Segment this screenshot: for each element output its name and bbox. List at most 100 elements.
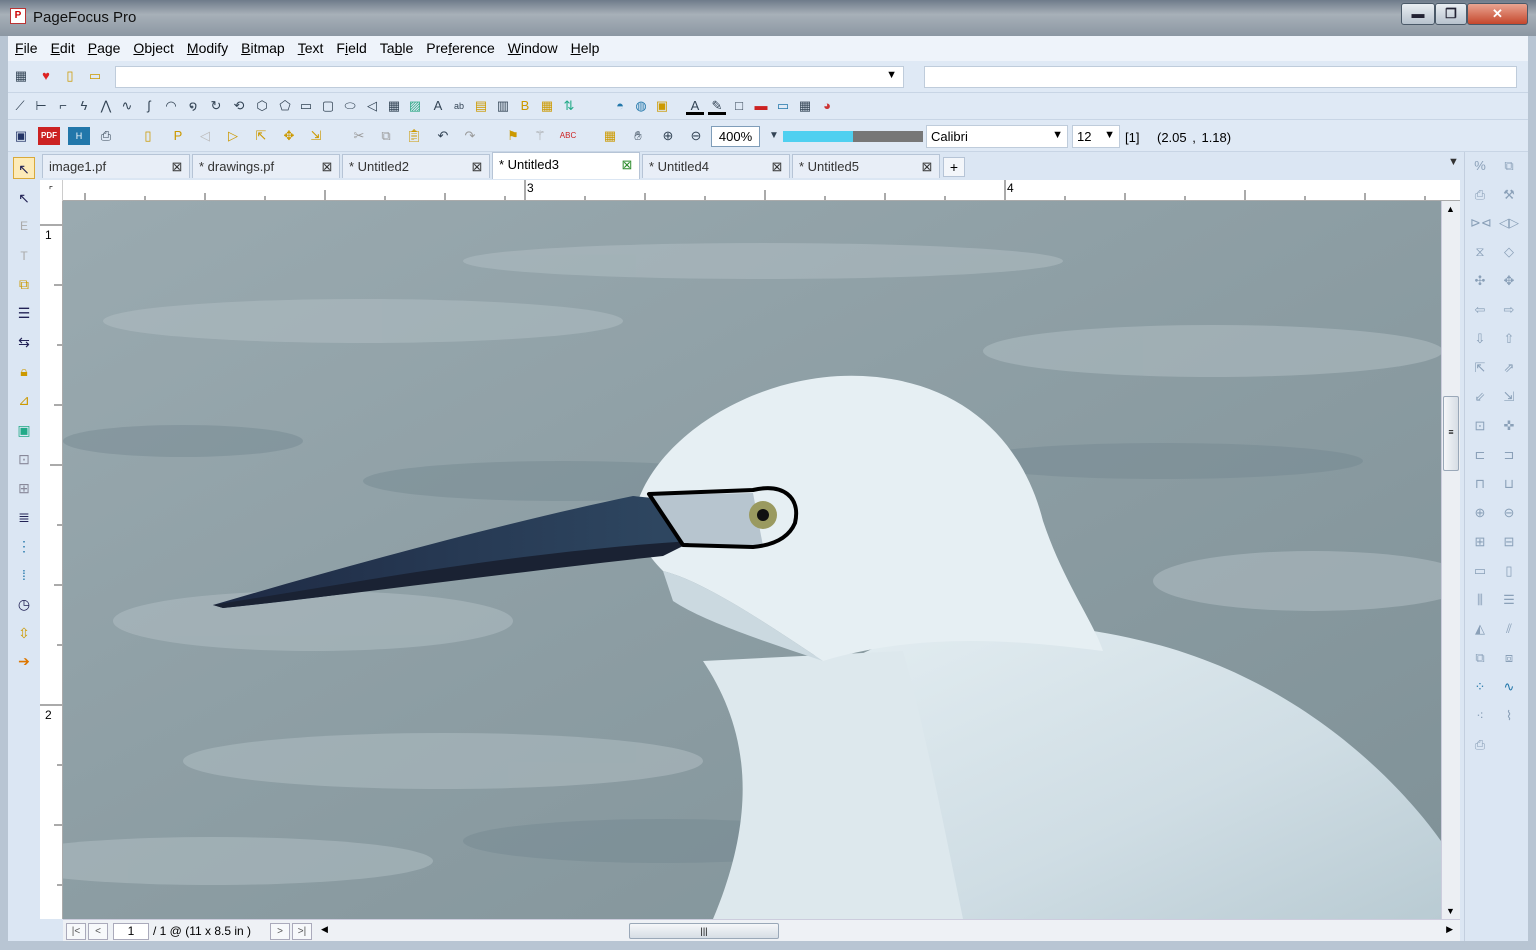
- arrow-up-icon[interactable]: ⇧: [1499, 329, 1519, 349]
- favorite-heart-icon[interactable]: ♥: [37, 67, 55, 85]
- egret-photo[interactable]: [63, 201, 1441, 919]
- arrow-right-icon[interactable]: ➔: [13, 650, 35, 672]
- select-arrow-icon[interactable]: ↖: [13, 157, 35, 179]
- clock-icon[interactable]: ◷: [13, 593, 35, 615]
- dotted-grid-icon[interactable]: ⁞: [13, 564, 35, 586]
- vertical-scrollbar[interactable]: ▲ ≡ ▼: [1441, 201, 1460, 919]
- next-page-button[interactable]: >: [270, 923, 290, 940]
- arc-tool-icon[interactable]: ◠: [162, 97, 180, 115]
- triangle-flip-icon[interactable]: ◭: [1470, 619, 1490, 639]
- new-document-icon[interactable]: ▯: [61, 67, 79, 85]
- textbox-tool-icon[interactable]: ab: [450, 97, 468, 115]
- pattern-icon[interactable]: ◍: [632, 97, 650, 115]
- menu-bitmap[interactable]: Bitmap: [234, 36, 291, 56]
- node-select-icon[interactable]: ↖: [13, 187, 35, 209]
- image-frame-icon[interactable]: ▣: [13, 419, 35, 441]
- vertical-scroll-thumb[interactable]: ≡: [1443, 396, 1459, 471]
- maximize-button[interactable]: ❐: [1435, 3, 1467, 25]
- last-page-button[interactable]: >|: [292, 923, 312, 940]
- hv-line-tool-icon[interactable]: ⊢: [32, 97, 50, 115]
- prev-page-button[interactable]: <: [88, 923, 108, 940]
- first-page-button[interactable]: |<: [66, 923, 86, 940]
- page-number-input[interactable]: 1: [113, 923, 149, 940]
- swap-icon[interactable]: ⇆: [13, 331, 35, 353]
- tab-close-icon[interactable]: ⊠: [470, 160, 484, 174]
- flip-vertical-icon[interactable]: ⧖: [1470, 242, 1490, 262]
- shrink-icon[interactable]: ✣: [1470, 271, 1490, 291]
- previous-page-icon[interactable]: ◁: [196, 127, 214, 145]
- menu-field[interactable]: Field: [329, 36, 372, 56]
- chevron-down-icon[interactable]: ▼: [886, 69, 897, 81]
- open-folder-icon[interactable]: ▭: [86, 67, 104, 85]
- pie-chart-icon[interactable]: ◕: [818, 97, 836, 115]
- arrow-sw-icon[interactable]: ⇙: [1470, 387, 1490, 407]
- font-size-select[interactable]: 12 ▼: [1072, 125, 1120, 148]
- page-properties-icon[interactable]: ▯: [139, 127, 157, 145]
- node-circle-icon[interactable]: ⁖: [1470, 706, 1490, 726]
- print-icon[interactable]: ⎙: [97, 127, 115, 145]
- percent-icon[interactable]: %: [1470, 156, 1490, 176]
- arrow-down-icon[interactable]: ⇩: [1470, 329, 1490, 349]
- line-tool-icon[interactable]: ⟋: [11, 97, 29, 115]
- button-tool-icon[interactable]: B: [516, 97, 534, 115]
- chevron-down-icon[interactable]: ▼: [1104, 129, 1115, 141]
- align-bottom-icon[interactable]: ⊔: [1499, 474, 1519, 494]
- document-tab[interactable]: * Untitled2 ⊠: [342, 154, 490, 178]
- arrow-nw-icon[interactable]: ⇱: [1470, 358, 1490, 378]
- send-back-icon[interactable]: ⧈: [1499, 648, 1519, 668]
- elbow-line-tool-icon[interactable]: ⌐: [54, 97, 72, 115]
- edit-text-icon[interactable]: E: [13, 215, 35, 237]
- snap-grid-icon[interactable]: ⋮: [13, 535, 35, 557]
- font-family-select[interactable]: Calibri ▼: [926, 125, 1068, 148]
- arrow-right-outline-icon[interactable]: ⇨: [1499, 300, 1519, 320]
- menu-text[interactable]: Text: [291, 36, 330, 56]
- move-up-left-icon[interactable]: ⇱: [252, 127, 270, 145]
- transform-icon[interactable]: ⊡: [1470, 416, 1490, 436]
- table2-tool-icon[interactable]: ▦: [538, 97, 556, 115]
- text-mode-icon[interactable]: T: [13, 245, 35, 267]
- pan-tool-icon[interactable]: ✋︎: [629, 127, 647, 145]
- wand-icon[interactable]: ⚚: [531, 127, 549, 145]
- align-top-icon[interactable]: ⊓: [1470, 474, 1490, 494]
- bring-front-icon[interactable]: ⧉: [1470, 648, 1490, 668]
- distribute-h-icon[interactable]: ⫼: [1470, 590, 1490, 610]
- arrow-ne-icon[interactable]: ⇗: [1499, 358, 1519, 378]
- minimize-button[interactable]: ▬: [1401, 3, 1435, 25]
- field-tool-icon[interactable]: ▤: [472, 97, 490, 115]
- rounded-rect-tool-icon[interactable]: ▢: [319, 97, 337, 115]
- move-icon[interactable]: ✜: [1499, 416, 1519, 436]
- gradient-icon[interactable]: ▣: [653, 97, 671, 115]
- arrow-se-icon[interactable]: ⇲: [1499, 387, 1519, 407]
- blob-tool-icon[interactable]: ⬡: [253, 97, 271, 115]
- menu-window[interactable]: Window: [501, 36, 564, 56]
- new-tab-icon[interactable]: +: [943, 157, 965, 177]
- menu-table[interactable]: Table: [373, 36, 420, 56]
- tab-close-icon[interactable]: ⊠: [770, 160, 784, 174]
- mirror-icon[interactable]: ◁▷: [1499, 213, 1519, 233]
- space-horizontal-icon[interactable]: ⊞: [1470, 532, 1490, 552]
- vertical-ruler[interactable]: 1 2: [40, 201, 63, 919]
- ruler-corner[interactable]: ⌜: [40, 180, 63, 201]
- space-vertical-icon[interactable]: ⊟: [1499, 532, 1519, 552]
- save-icon[interactable]: ▣: [12, 127, 30, 145]
- ellipse-tool-icon[interactable]: ⬭: [341, 97, 359, 115]
- scroll-icon[interactable]: ⇳: [13, 622, 35, 644]
- menu-edit[interactable]: Edit: [44, 36, 81, 56]
- tab-close-icon[interactable]: ⊠: [920, 160, 934, 174]
- pen-color-icon[interactable]: ✎: [708, 97, 726, 115]
- tab-close-icon[interactable]: ⊠: [620, 158, 634, 172]
- move-down-right-icon[interactable]: ⇲: [307, 127, 325, 145]
- same-width-icon[interactable]: ▭: [1470, 561, 1490, 581]
- spiral-tool-icon[interactable]: ໑: [184, 97, 202, 115]
- grid-view-icon[interactable]: ▦: [601, 127, 619, 145]
- chevron-down-icon[interactable]: ▼: [1052, 129, 1063, 141]
- table-tool-icon[interactable]: ▦: [385, 97, 403, 115]
- menu-page[interactable]: Page: [81, 36, 127, 56]
- copy-format-icon[interactable]: ⧉: [1499, 156, 1519, 176]
- tab-list-chevron-icon[interactable]: ▼: [1448, 156, 1459, 168]
- bezier-tool-icon[interactable]: ∿: [118, 97, 136, 115]
- distribute-icon[interactable]: ≣: [13, 506, 35, 528]
- scroll-right-icon[interactable]: ▶: [1446, 924, 1453, 935]
- zoom-slider[interactable]: [783, 131, 923, 142]
- align-lines-icon[interactable]: ☰: [13, 302, 35, 324]
